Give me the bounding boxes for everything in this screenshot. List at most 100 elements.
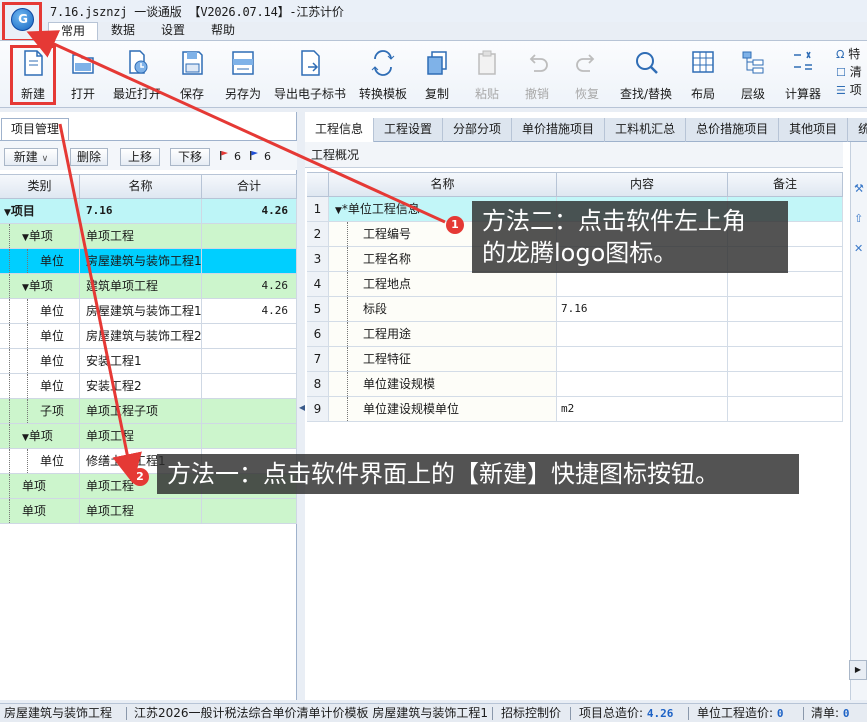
tab-8[interactable]: 统 (848, 118, 867, 142)
app-logo-button[interactable]: G ▼ (2, 2, 42, 42)
ribbon-button-label: 查找/替换 (619, 87, 673, 101)
info-cell-note[interactable] (728, 297, 843, 321)
delete-button[interactable]: 删除 (70, 148, 108, 166)
info-row[interactable]: 4 工程地点 (307, 272, 843, 297)
status-bar: 房屋建筑与装饰工程 江苏2026一般计税法综合单价清单计价模板 房屋建筑与装饰工… (0, 703, 867, 722)
tree-row[interactable]: ▼单项 单项工程 (0, 424, 297, 449)
tree-row[interactable]: 单位 房屋建筑与装饰工程1 (0, 249, 297, 274)
tree-row[interactable]: ▼单项 建筑单项工程 4.26 (0, 274, 297, 299)
chevron-down-icon: ▼ (30, 30, 36, 38)
tree-row[interactable]: 单位 房屋建筑与装饰工程1 4.26 (0, 299, 297, 324)
ribbon-side-item[interactable]: ☰ 项 (836, 81, 862, 99)
ribbon-button-open-folder[interactable]: 打开 (64, 45, 102, 105)
menu-tab[interactable]: 设置 (148, 22, 198, 40)
tree-cell-category: 单位 (0, 324, 80, 348)
tree-cell-category: 单位 (0, 449, 80, 473)
ribbon-side-item[interactable]: Ω 特 (836, 45, 862, 63)
menu-tab[interactable]: 常用 (48, 22, 98, 40)
ribbon-button-export[interactable]: 导出电子标书 (270, 45, 350, 105)
expand-toggle-icon[interactable]: ▼ (4, 208, 11, 218)
info-row[interactable]: 5 标段 7.16 (307, 297, 843, 322)
menu-tab[interactable]: 数据 (98, 22, 148, 40)
ribbon-button-save-as[interactable]: 另存为 (218, 45, 268, 105)
tab-7[interactable]: 其他项目 (779, 118, 849, 142)
ribbon-side-item[interactable]: ☐ 清 (836, 63, 862, 81)
info-cell-note[interactable] (728, 272, 843, 296)
blue-flag-icon[interactable] (250, 151, 258, 160)
ribbon-button-hierarchy[interactable]: 层级 (732, 45, 774, 105)
row-number: 4 (307, 272, 329, 296)
row-number: 8 (307, 372, 329, 396)
column-header-category[interactable]: 类别 (0, 175, 80, 198)
info-row[interactable]: 7 工程特征 (307, 347, 843, 372)
info-cell-note[interactable] (728, 322, 843, 346)
tree-cell-category: ▼项目 (0, 199, 80, 223)
move-down-button[interactable]: 下移 (170, 148, 210, 166)
tree-row[interactable]: 子项 单项工程子项 (0, 399, 297, 424)
tab-5[interactable]: 工料机汇总 (605, 118, 687, 142)
side-tool-icon[interactable]: ✕ (854, 242, 863, 255)
ribbon-button-label: 打开 (70, 87, 95, 101)
category-label: 单位 (40, 304, 65, 318)
red-flag-icon[interactable] (220, 151, 228, 160)
info-cell-content[interactable] (557, 347, 728, 371)
tab-1[interactable]: 工程信息 (305, 118, 375, 142)
ribbon-button-convert[interactable]: 转换模板 (352, 45, 414, 105)
tree-row[interactable]: 单位 安装工程2 (0, 374, 297, 399)
ribbon-button-layout[interactable]: 布局 (684, 45, 722, 105)
tab-project-management[interactable]: 项目管理 (1, 118, 69, 140)
info-name-text: 单位建设规模单位 (363, 402, 460, 416)
column-header-content[interactable]: 内容 (557, 173, 728, 196)
ribbon-button-label: 层级 (740, 87, 765, 101)
tree-row[interactable]: 单项 单项工程 (0, 499, 297, 524)
column-header-note[interactable]: 备注 (728, 173, 843, 196)
ribbon-button-save[interactable]: 保存 (170, 45, 214, 105)
info-cell-note[interactable] (728, 372, 843, 396)
new-file-icon (24, 50, 43, 76)
expand-toggle-icon[interactable]: ▼ (22, 433, 29, 443)
info-row[interactable]: 9 单位建设规模单位 m2 (307, 397, 843, 422)
info-cell-content[interactable]: m2 (557, 397, 728, 421)
tree-row[interactable]: ▼单项 单项工程 (0, 224, 297, 249)
tree-row[interactable]: ▼项目 7.16 4.26 (0, 199, 297, 224)
tree-row[interactable]: 单位 房屋建筑与装饰工程2 (0, 324, 297, 349)
info-cell-note[interactable] (728, 397, 843, 421)
side-tool-icon[interactable]: ⇧ (854, 212, 863, 225)
tree-cell-name: 房屋建筑与装饰工程1 (80, 299, 202, 323)
row-number: 2 (307, 222, 329, 246)
ribbon-button-copy[interactable]: 复制 (418, 45, 456, 105)
tree-row[interactable]: 单位 安装工程1 (0, 349, 297, 374)
ribbon-button-search[interactable]: 查找/替换 (610, 45, 682, 105)
info-row[interactable]: 8 单位建设规模 (307, 372, 843, 397)
tab-2[interactable]: 工程设置 (374, 118, 444, 142)
tab-3[interactable]: 分部分项 (443, 118, 513, 142)
ribbon-button-calculator[interactable]: 计算器 (778, 45, 828, 105)
column-header-name[interactable]: 名称 (329, 173, 557, 196)
move-up-button[interactable]: 上移 (120, 148, 160, 166)
annotation-callout-1: 方法二：点击软件左上角 的龙腾logo图标。 (472, 201, 788, 273)
side-item-label: 项 (849, 83, 862, 97)
info-cell-content[interactable] (557, 322, 728, 346)
menu-tab[interactable]: 帮助 (198, 22, 248, 40)
new-dropdown-button[interactable]: 新建 ∨ (4, 148, 58, 166)
info-cell-note[interactable] (728, 347, 843, 371)
column-header-total[interactable]: 合计 (202, 175, 297, 198)
info-row[interactable]: 6 工程用途 (307, 322, 843, 347)
column-header-name[interactable]: 名称 (80, 175, 202, 198)
info-cell-name: 工程地点 (329, 272, 557, 296)
scroll-right-button[interactable]: ▶ (849, 660, 867, 680)
ribbon-button-recent[interactable]: 最近打开 (108, 45, 166, 105)
expand-toggle-icon[interactable]: ▼ (22, 233, 29, 243)
expand-toggle-icon[interactable]: ▼ (335, 206, 342, 216)
ribbon-button-redo: 恢复 (566, 45, 608, 105)
side-item-icon: ☐ (836, 66, 846, 79)
expand-toggle-icon[interactable]: ▼ (22, 283, 29, 293)
tab-6[interactable]: 总价措施项目 (686, 118, 780, 142)
ribbon-button-new-file[interactable]: 新建 (10, 45, 56, 105)
convert-icon (371, 50, 395, 76)
info-cell-content[interactable] (557, 372, 728, 396)
tab-4[interactable]: 单价措施项目 (512, 118, 606, 142)
side-tool-icon[interactable]: ⚒ (854, 182, 864, 195)
info-cell-content[interactable]: 7.16 (557, 297, 728, 321)
info-cell-content[interactable] (557, 272, 728, 296)
